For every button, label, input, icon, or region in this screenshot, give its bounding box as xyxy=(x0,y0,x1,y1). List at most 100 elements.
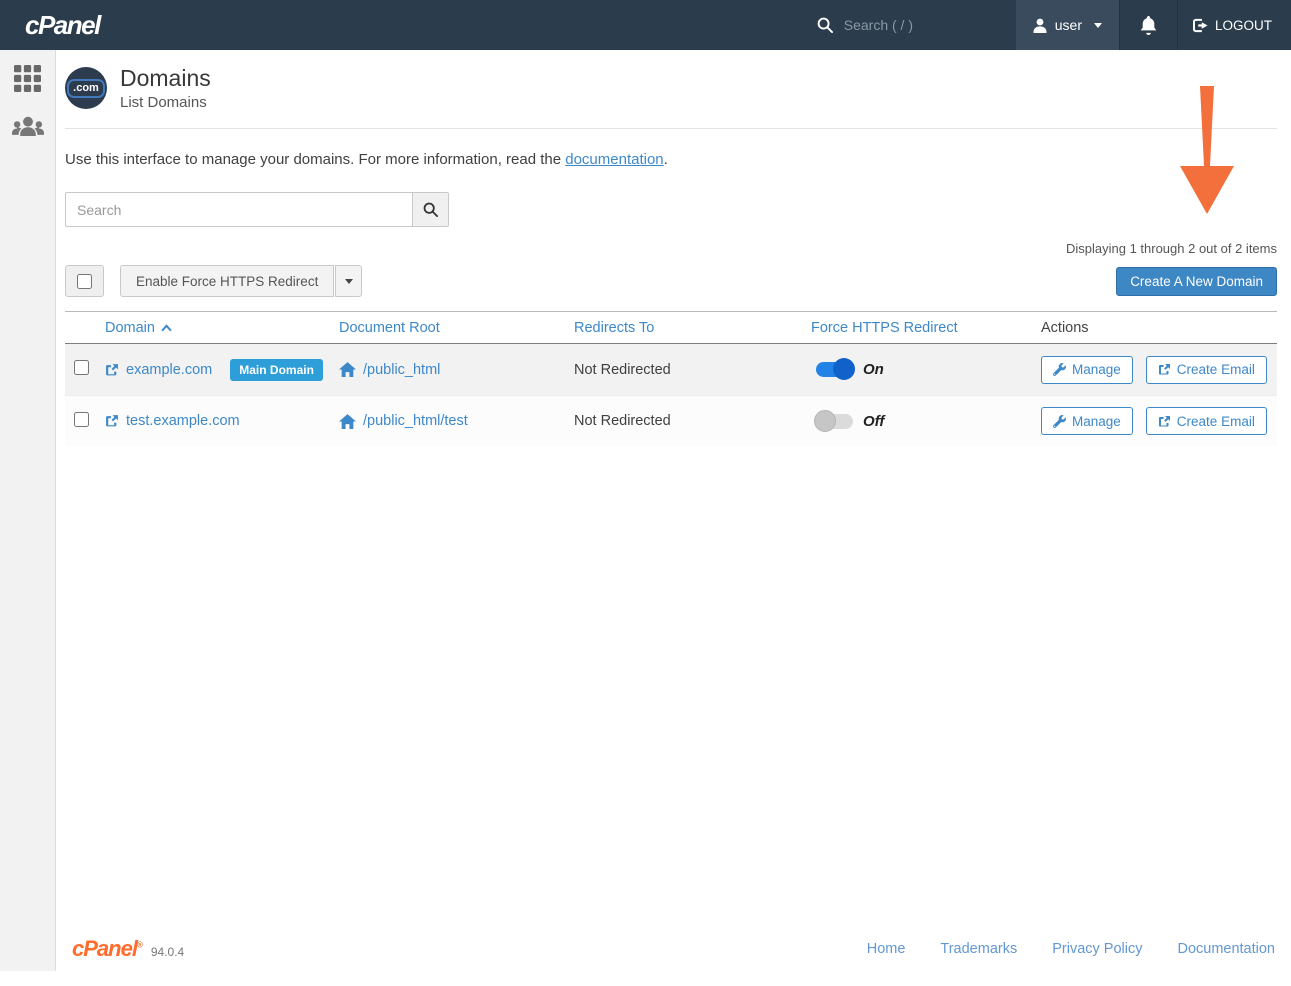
registered-mark: ® xyxy=(137,941,142,950)
domain-link[interactable]: example.com xyxy=(105,362,212,378)
column-header-document-root-label: Document Root xyxy=(339,320,440,336)
user-menu-label: user xyxy=(1055,17,1082,33)
footer-link-trademarks[interactable]: Trademarks xyxy=(940,941,1017,957)
create-email-button-label: Create Email xyxy=(1177,414,1255,429)
logout-icon xyxy=(1193,18,1208,33)
row-checkbox[interactable] xyxy=(74,360,89,375)
intro-text-before: Use this interface to manage your domain… xyxy=(65,151,565,168)
bulk-action-button[interactable]: Enable Force HTTPS Redirect xyxy=(120,265,334,297)
intro-text: Use this interface to manage your domain… xyxy=(65,151,1277,168)
column-header-redirects-to[interactable]: Redirects To xyxy=(574,320,811,336)
wrench-icon xyxy=(1053,415,1066,428)
version-label: 94.0.4 xyxy=(151,945,184,959)
chevron-down-icon xyxy=(1094,23,1102,28)
left-sidebar xyxy=(0,50,56,971)
external-link-icon xyxy=(105,414,119,428)
user-menu[interactable]: user xyxy=(1016,0,1119,50)
document-root-label: /public_html xyxy=(363,362,440,378)
header-divider xyxy=(65,128,1277,129)
search-icon xyxy=(423,202,438,217)
page-footer: cPanel® 94.0.4 Home Trademarks Privacy P… xyxy=(65,936,1277,986)
redirects-to-value: Not Redirected xyxy=(574,362,811,378)
force-https-toggle[interactable] xyxy=(816,362,853,377)
global-search[interactable] xyxy=(817,0,974,50)
document-root-link[interactable]: /public_html/test xyxy=(339,413,574,429)
home-icon xyxy=(339,414,356,429)
manage-button-label: Manage xyxy=(1072,362,1121,377)
domains-table: Domain Document Root Redirects To Force … xyxy=(65,311,1277,446)
notifications-button[interactable] xyxy=(1119,0,1178,50)
search-icon xyxy=(817,17,833,33)
redirects-to-value: Not Redirected xyxy=(574,413,811,429)
apps-grid-icon[interactable] xyxy=(14,65,41,92)
top-navbar: cPanel user LOGOUT xyxy=(0,0,1291,50)
page-header: .com Domains List Domains xyxy=(65,50,1277,111)
create-email-button[interactable]: Create Email xyxy=(1146,356,1267,384)
table-header-row: Domain Document Root Redirects To Force … xyxy=(65,311,1277,344)
table-search xyxy=(65,192,1277,227)
cpanel-logo[interactable]: cPanel xyxy=(0,0,100,50)
select-all-checkbox-wrapper xyxy=(65,265,104,297)
cpanel-footer-logo: cPanel® xyxy=(72,936,142,962)
bell-icon xyxy=(1140,16,1157,35)
user-manager-icon[interactable] xyxy=(12,115,44,139)
dot-com-icon: .com xyxy=(65,67,107,109)
manage-button-label: Manage xyxy=(1072,414,1121,429)
domain-link-label: example.com xyxy=(126,362,212,378)
toggle-state-label: Off xyxy=(863,413,884,430)
cpanel-footer-logo-text: cPanel xyxy=(72,936,137,961)
create-email-button-label: Create Email xyxy=(1177,362,1255,377)
column-header-actions: Actions xyxy=(1041,320,1277,336)
footer-link-home[interactable]: Home xyxy=(867,941,906,957)
sort-ascending-icon xyxy=(161,324,172,332)
footer-link-documentation[interactable]: Documentation xyxy=(1177,941,1275,957)
select-all-checkbox[interactable] xyxy=(77,274,92,289)
create-email-button[interactable]: Create Email xyxy=(1146,407,1267,435)
global-search-input[interactable] xyxy=(844,17,974,33)
footer-link-privacy-policy[interactable]: Privacy Policy xyxy=(1052,941,1142,957)
manage-button[interactable]: Manage xyxy=(1041,356,1133,384)
document-root-link[interactable]: /public_html xyxy=(339,362,574,378)
bulk-action-group: Enable Force HTTPS Redirect xyxy=(120,265,362,297)
force-https-toggle[interactable] xyxy=(816,414,853,429)
page-body: .com Domains List Domains Use this inter… xyxy=(0,50,1291,986)
documentation-link[interactable]: documentation xyxy=(565,151,663,168)
dot-com-icon-label: .com xyxy=(67,79,105,98)
manage-button[interactable]: Manage xyxy=(1041,407,1133,435)
main-content: .com Domains List Domains Use this inter… xyxy=(56,50,1291,986)
domain-link[interactable]: test.example.com xyxy=(105,413,240,429)
column-header-domain-label: Domain xyxy=(105,320,155,336)
column-header-force-https-label: Force HTTPS Redirect xyxy=(811,320,958,336)
column-header-actions-label: Actions xyxy=(1041,320,1089,336)
column-header-force-https[interactable]: Force HTTPS Redirect xyxy=(811,320,1041,336)
create-new-domain-button[interactable]: Create A New Domain xyxy=(1116,267,1277,296)
table-search-input[interactable] xyxy=(65,192,412,227)
toggle-state-label: On xyxy=(863,361,884,378)
table-search-button[interactable] xyxy=(412,192,449,227)
column-header-redirects-to-label: Redirects To xyxy=(574,320,654,336)
document-root-label: /public_html/test xyxy=(363,413,468,429)
logout-label: LOGOUT xyxy=(1215,18,1272,33)
toggle-knob xyxy=(833,358,855,380)
user-icon xyxy=(1033,18,1047,33)
logout-button[interactable]: LOGOUT xyxy=(1178,0,1291,50)
chevron-down-icon xyxy=(345,279,353,284)
bulk-action-dropdown-button[interactable] xyxy=(335,265,362,297)
footer-links: Home Trademarks Privacy Policy Documenta… xyxy=(867,941,1275,957)
external-link-icon xyxy=(1158,415,1171,428)
page-title: Domains xyxy=(120,65,211,91)
page-subtitle: List Domains xyxy=(120,94,211,111)
external-link-icon xyxy=(1158,363,1171,376)
wrench-icon xyxy=(1053,363,1066,376)
home-icon xyxy=(339,362,356,377)
pagination-status: Displaying 1 through 2 out of 2 items xyxy=(65,241,1277,256)
column-header-domain[interactable]: Domain xyxy=(105,320,339,336)
external-link-icon xyxy=(105,363,119,377)
row-checkbox[interactable] xyxy=(74,412,89,427)
table-row: test.example.com /public_html/test Not R… xyxy=(65,395,1277,446)
main-domain-badge: Main Domain xyxy=(230,359,323,381)
intro-text-after: . xyxy=(664,151,668,168)
domain-link-label: test.example.com xyxy=(126,413,240,429)
column-header-document-root[interactable]: Document Root xyxy=(339,320,574,336)
toggle-knob xyxy=(814,410,836,432)
